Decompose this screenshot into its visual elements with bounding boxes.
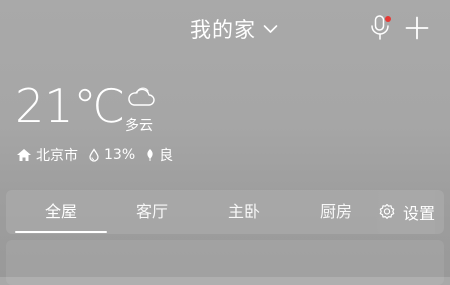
home-icon bbox=[17, 149, 31, 161]
cloud-icon bbox=[128, 87, 155, 106]
settings-button[interactable]: 设置 bbox=[376, 190, 436, 234]
location-label: 北京市 bbox=[36, 148, 78, 164]
humidity-value: 13% bbox=[104, 147, 136, 163]
weather-condition: 多云 bbox=[125, 118, 153, 134]
add-button[interactable] bbox=[405, 16, 429, 40]
tab-kitchen[interactable]: 厨房 bbox=[296, 190, 376, 234]
top-bar: 我的家 bbox=[0, 0, 450, 58]
leaf-icon bbox=[147, 149, 153, 161]
gear-icon bbox=[379, 203, 395, 219]
device-card-area bbox=[6, 240, 444, 285]
home-selector[interactable]: 我的家 bbox=[190, 14, 278, 44]
tab-master-bedroom[interactable]: 主卧 bbox=[204, 190, 284, 234]
settings-label: 设置 bbox=[403, 204, 436, 223]
tab-living-room[interactable]: 客厅 bbox=[112, 190, 192, 234]
home-title: 我的家 bbox=[190, 18, 256, 42]
tab-whole-house[interactable]: 全屋 bbox=[15, 190, 107, 234]
humidity-icon bbox=[89, 148, 99, 162]
room-tabs: 全屋 客厅 主卧 厨房 设置 bbox=[6, 190, 444, 234]
plus-icon bbox=[405, 16, 429, 40]
chevron-down-icon bbox=[263, 25, 278, 33]
active-tab-indicator bbox=[15, 231, 107, 233]
air-quality: 良 bbox=[145, 145, 173, 165]
location: 北京市 bbox=[16, 145, 78, 165]
notification-badge bbox=[385, 16, 391, 22]
humidity: 13% bbox=[88, 147, 135, 163]
weather-details: 北京市 13% 良 bbox=[16, 145, 183, 165]
air-quality-value: 良 bbox=[159, 148, 174, 164]
temperature: 21℃ bbox=[15, 79, 126, 133]
voice-button[interactable] bbox=[369, 14, 391, 42]
